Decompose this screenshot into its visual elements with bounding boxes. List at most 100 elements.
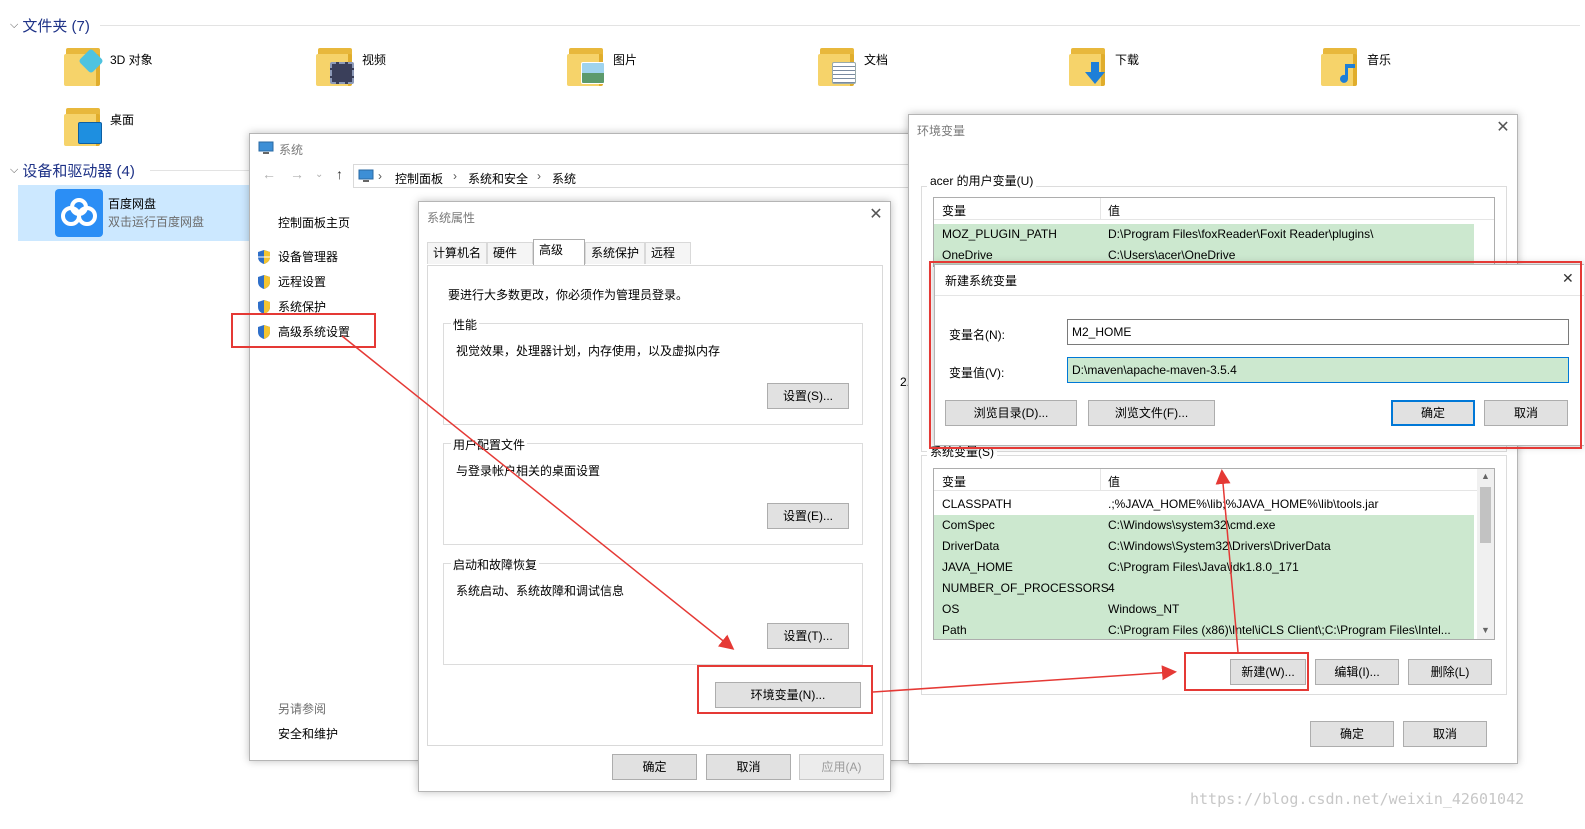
divider [150,170,250,171]
window-title: 系统 [279,143,304,157]
up-arrow-icon[interactable]: ↑ [336,166,343,182]
folder-pictures-icon [567,46,605,86]
scrollbar-thumb[interactable] [1480,487,1491,543]
table-row[interactable]: ComSpec C:\Windows\system32\cmd.exe [934,515,1474,536]
variable-name: JAVA_HOME [942,560,1013,574]
group-title: 用户配置文件 [451,436,528,453]
remote-settings-link[interactable]: 远程设置 [256,273,326,290]
computer-icon [358,169,374,182]
drive-baidu-netdisk[interactable]: 百度网盘 双击运行百度网盘 [18,185,250,241]
folder-label: 桌面 [110,113,135,127]
performance-settings-button[interactable]: 设置(S)... [767,383,849,409]
tab-hardware[interactable]: 硬件 [487,242,533,264]
folders-section-header[interactable]: ⌵ 文件夹 (7) [10,15,90,36]
variable-name: ComSpec [942,518,995,532]
table-row[interactable]: DriverData C:\Windows\System32\Drivers\D… [934,536,1474,557]
variable-name: NUMBER_OF_PROCESSORS [942,581,1109,595]
control-panel-home-link[interactable]: 控制面板主页 [278,214,350,231]
breadcrumb-system-security[interactable]: 系统和安全 [468,170,528,187]
user-profiles-settings-button[interactable]: 设置(E)... [767,503,849,529]
table-row[interactable]: MOZ_PLUGIN_PATH D:\Program Files\foxRead… [934,224,1474,245]
folder-music[interactable]: 音乐 [1321,46,1551,96]
ok-button[interactable]: 确定 [612,754,697,780]
navigation-bar: ← → ⌄ ↑ › 控制面板 › 系统和安全 › 系统 [250,164,913,190]
tab-label: 系统保护 [591,246,640,260]
user-variables-list[interactable]: 变量 值 MOZ_PLUGIN_PATH D:\Program Files\fo… [933,197,1495,267]
group-description: 与登录帐户相关的桌面设置 [456,464,601,478]
forward-arrow-icon[interactable]: → [290,166,304,182]
tab-remote[interactable]: 远程 [645,242,691,264]
folder-3d-icon [64,46,104,86]
tab-label: 计算机名 [433,246,482,260]
watermark: https://blog.csdn.net/weixin_42601042 [1190,790,1525,808]
scroll-up-icon[interactable]: ▲ [1481,471,1490,481]
vertical-scrollbar[interactable]: ▲ ▼ [1477,469,1494,639]
folder-3d-objects[interactable]: 3D 对象 [64,46,294,96]
variable-name: OS [942,602,960,616]
breadcrumb-system[interactable]: 系统 [552,170,576,187]
variable-name: MOZ_PLUGIN_PATH [942,227,1057,241]
apply-button[interactable]: 应用(A) [799,754,884,780]
close-icon[interactable]: ✕ [1492,117,1514,139]
folder-downloads-icon [1069,46,1107,86]
table-row[interactable]: JAVA_HOME C:\Program Files\Java\jdk1.8.0… [934,557,1474,578]
variable-value: C:\Windows\System32\Drivers\DriverData [1108,539,1331,553]
variable-value: C:\Program Files (x86)\Intel\iCLS Client… [1108,623,1451,637]
breadcrumb-separator: › [537,169,541,183]
security-maintenance-link[interactable]: 安全和维护 [278,725,338,742]
folder-label: 下载 [1115,53,1140,67]
table-row[interactable]: NUMBER_OF_PROCESSORS 4 [934,578,1474,599]
folder-pictures[interactable]: 图片 [567,46,797,96]
cancel-button[interactable]: 取消 [706,754,791,780]
delete-variable-button[interactable]: 删除(L) [1408,659,1492,685]
startup-recovery-settings-button[interactable]: 设置(T)... [767,623,849,649]
close-icon[interactable]: ✕ [865,204,887,226]
breadcrumb-separator: › [378,169,382,183]
folder-label: 图片 [613,53,638,67]
see-also-title: 另请参阅 [278,702,327,716]
column-header-variable: 变量 [942,204,967,218]
drives-section-header[interactable]: ⌵ 设备和驱动器 (4) [10,160,135,181]
computer-icon [258,141,274,154]
table-row[interactable]: CLASSPATH .;%JAVA_HOME%\lib;%JAVA_HOME%\… [934,494,1474,515]
chevron-down-icon: ⌵ [10,19,19,31]
variable-value: C:\Users\acer\OneDrive [1108,248,1236,262]
table-row[interactable]: Path C:\Program Files (x86)\Intel\iCLS C… [934,620,1474,639]
drives-header-label: 设备和驱动器 (4) [22,163,135,180]
device-manager-link[interactable]: 设备管理器 [256,248,338,265]
edit-variable-button[interactable]: 编辑(I)... [1315,659,1399,685]
drive-name: 百度网盘 [108,197,157,211]
link-label: 设备管理器 [278,250,339,264]
group-description: 视觉效果，处理器计划，内存使用，以及虚拟内存 [456,344,721,358]
group-title: 性能 [451,316,480,333]
column-header-variable: 变量 [942,475,967,489]
ok-button[interactable]: 确定 [1310,721,1394,747]
annotation-box-new-variable-dialog [929,261,1582,449]
variable-name: Path [942,623,967,637]
recent-chevron-icon[interactable]: ⌄ [315,169,323,180]
cancel-button[interactable]: 取消 [1403,721,1487,747]
folder-music-icon [1321,46,1359,86]
performance-group: 性能 视觉效果，处理器计划，内存使用，以及虚拟内存 设置(S)... [443,316,863,425]
folders-header-label: 文件夹 (7) [22,18,90,35]
tab-label: 硬件 [493,246,518,260]
variable-value: Windows_NT [1108,602,1180,616]
folder-downloads[interactable]: 下载 [1069,46,1299,96]
folder-desktop-icon [64,106,102,146]
admin-note: 要进行大多数更改，你必须作为管理员登录。 [448,288,689,302]
breadcrumb-separator: › [453,169,457,183]
tab-label: 高级 [539,243,564,257]
folder-video[interactable]: 视频 [316,46,546,96]
variable-value: C:\Program Files\Java\jdk1.8.0_171 [1108,560,1299,574]
address-bar[interactable]: › 控制面板 › 系统和安全 › 系统 [353,164,913,188]
back-arrow-icon[interactable]: ← [262,166,276,182]
uac-shield-icon [258,274,270,289]
tab-advanced[interactable]: 高级 [533,239,585,265]
breadcrumb-control-panel[interactable]: 控制面板 [395,170,443,187]
system-variables-list[interactable]: 变量 值 CLASSPATH .;%JAVA_HOME%\lib;%JAVA_H… [933,468,1495,640]
scroll-down-icon[interactable]: ▼ [1481,625,1490,635]
tab-system-protection[interactable]: 系统保护 [585,242,645,264]
table-row[interactable]: OS Windows_NT [934,599,1474,620]
tab-computer-name[interactable]: 计算机名 [427,242,487,264]
folder-documents[interactable]: 文档 [818,46,1048,96]
